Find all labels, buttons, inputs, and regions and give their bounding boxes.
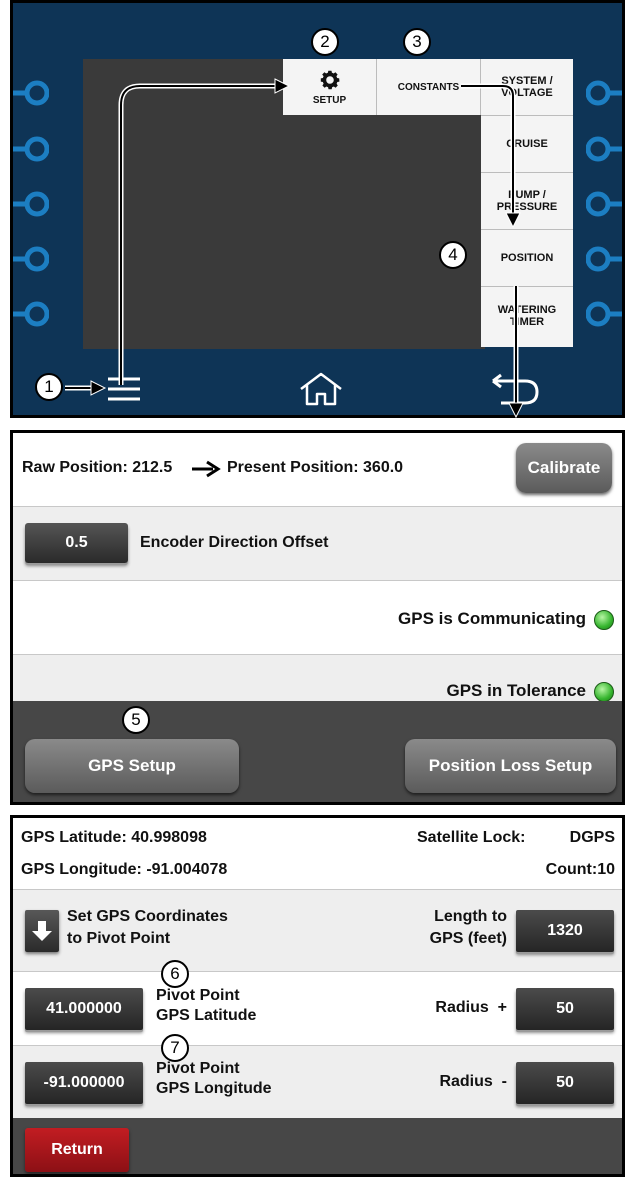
radius-minus-label: Radius - <box>439 1073 507 1090</box>
status-led-icon <box>594 610 614 630</box>
bottom-button-bar: GPS Setup Position Loss Setup <box>13 701 622 802</box>
satellite-lock-label: Satellite Lock: <box>417 829 526 846</box>
callout-2: 2 <box>311 28 339 56</box>
encoder-row: 0.5 Encoder Direction Offset <box>13 507 622 581</box>
gps-setup-button[interactable]: GPS Setup <box>25 739 239 793</box>
length-to-gps-input[interactable]: 1320 <box>516 910 614 952</box>
callout-4: 4 <box>439 241 467 269</box>
set-coordinates-label-line2: to Pivot Point <box>67 930 171 947</box>
callout-6: 6 <box>161 960 189 988</box>
return-bar: Return <box>13 1118 622 1174</box>
return-button[interactable]: Return <box>25 1128 129 1172</box>
pivot-latitude-label-line1: Pivot Point <box>156 987 240 1004</box>
down-arrow-icon <box>32 921 52 941</box>
set-coordinates-label-line1: Set GPS Coordinates <box>67 908 228 925</box>
satellite-lock-value: DGPS <box>569 829 615 846</box>
gps-tolerance-label: GPS in Tolerance <box>446 681 586 700</box>
pivot-longitude-label-line1: Pivot Point <box>156 1060 240 1077</box>
position-loss-setup-button[interactable]: Position Loss Setup <box>405 739 616 793</box>
present-position-label: Present Position: 360.0 <box>227 459 404 476</box>
callout-1: 1 <box>35 373 63 401</box>
gps-communicating-label: GPS is Communicating <box>398 609 586 628</box>
calibrate-button[interactable]: Calibrate <box>516 443 612 493</box>
pivot-longitude-input[interactable]: -91.000000 <box>25 1062 143 1104</box>
gps-latitude-label: GPS Latitude: 40.998098 <box>21 829 207 846</box>
position-row: Raw Position: 212.5 Present Position: 36… <box>13 433 622 507</box>
gps-setup-panel: GPS Latitude: 40.998098 GPS Longitude: -… <box>10 815 625 1177</box>
raw-position-label: Raw Position: 212.5 <box>22 459 173 476</box>
set-coordinates-row: Set GPS Coordinates to Pivot Point Lengt… <box>13 890 622 972</box>
gps-tolerance-row: GPS in Tolerance <box>13 655 622 702</box>
set-coordinates-button[interactable] <box>25 910 59 952</box>
callout-7: 7 <box>161 1034 189 1062</box>
callout-3: 3 <box>403 28 431 56</box>
callout-arrows <box>65 78 524 419</box>
pivot-latitude-row: 41.000000 Pivot Point GPS Latitude Radiu… <box>13 972 622 1046</box>
gps-longitude-label: GPS Longitude: -91.004078 <box>21 861 228 878</box>
radius-minus-input[interactable]: 50 <box>516 1062 614 1104</box>
pivot-longitude-label-line2: GPS Longitude <box>156 1080 272 1097</box>
length-label-line2: GPS (feet) <box>429 930 507 947</box>
pivot-latitude-label-line2: GPS Latitude <box>156 1007 257 1024</box>
gps-status-row: GPS Latitude: 40.998098 GPS Longitude: -… <box>13 818 622 890</box>
encoder-offset-input[interactable]: 0.5 <box>25 523 128 563</box>
radius-plus-label: Radius + <box>435 999 507 1016</box>
encoder-offset-label: Encoder Direction Offset <box>140 534 329 551</box>
gps-communicating-row: GPS is Communicating <box>13 581 622 655</box>
length-label-line1: Length to <box>434 908 507 925</box>
status-led-icon <box>594 682 614 702</box>
pivot-longitude-row: -91.000000 Pivot Point GPS Longitude Rad… <box>13 1046 622 1118</box>
position-settings-panel: Raw Position: 212.5 Present Position: 36… <box>10 430 625 805</box>
radius-plus-input[interactable]: 50 <box>516 988 614 1030</box>
callout-5: 5 <box>122 706 150 734</box>
controller-screen-panel: SETUP CONSTANTS SYSTEM / VOLTAGE CRUISE … <box>10 0 625 419</box>
right-arrow-icon <box>192 460 221 478</box>
satellite-count-label: Count:10 <box>545 861 615 878</box>
pivot-latitude-input[interactable]: 41.000000 <box>25 988 143 1030</box>
